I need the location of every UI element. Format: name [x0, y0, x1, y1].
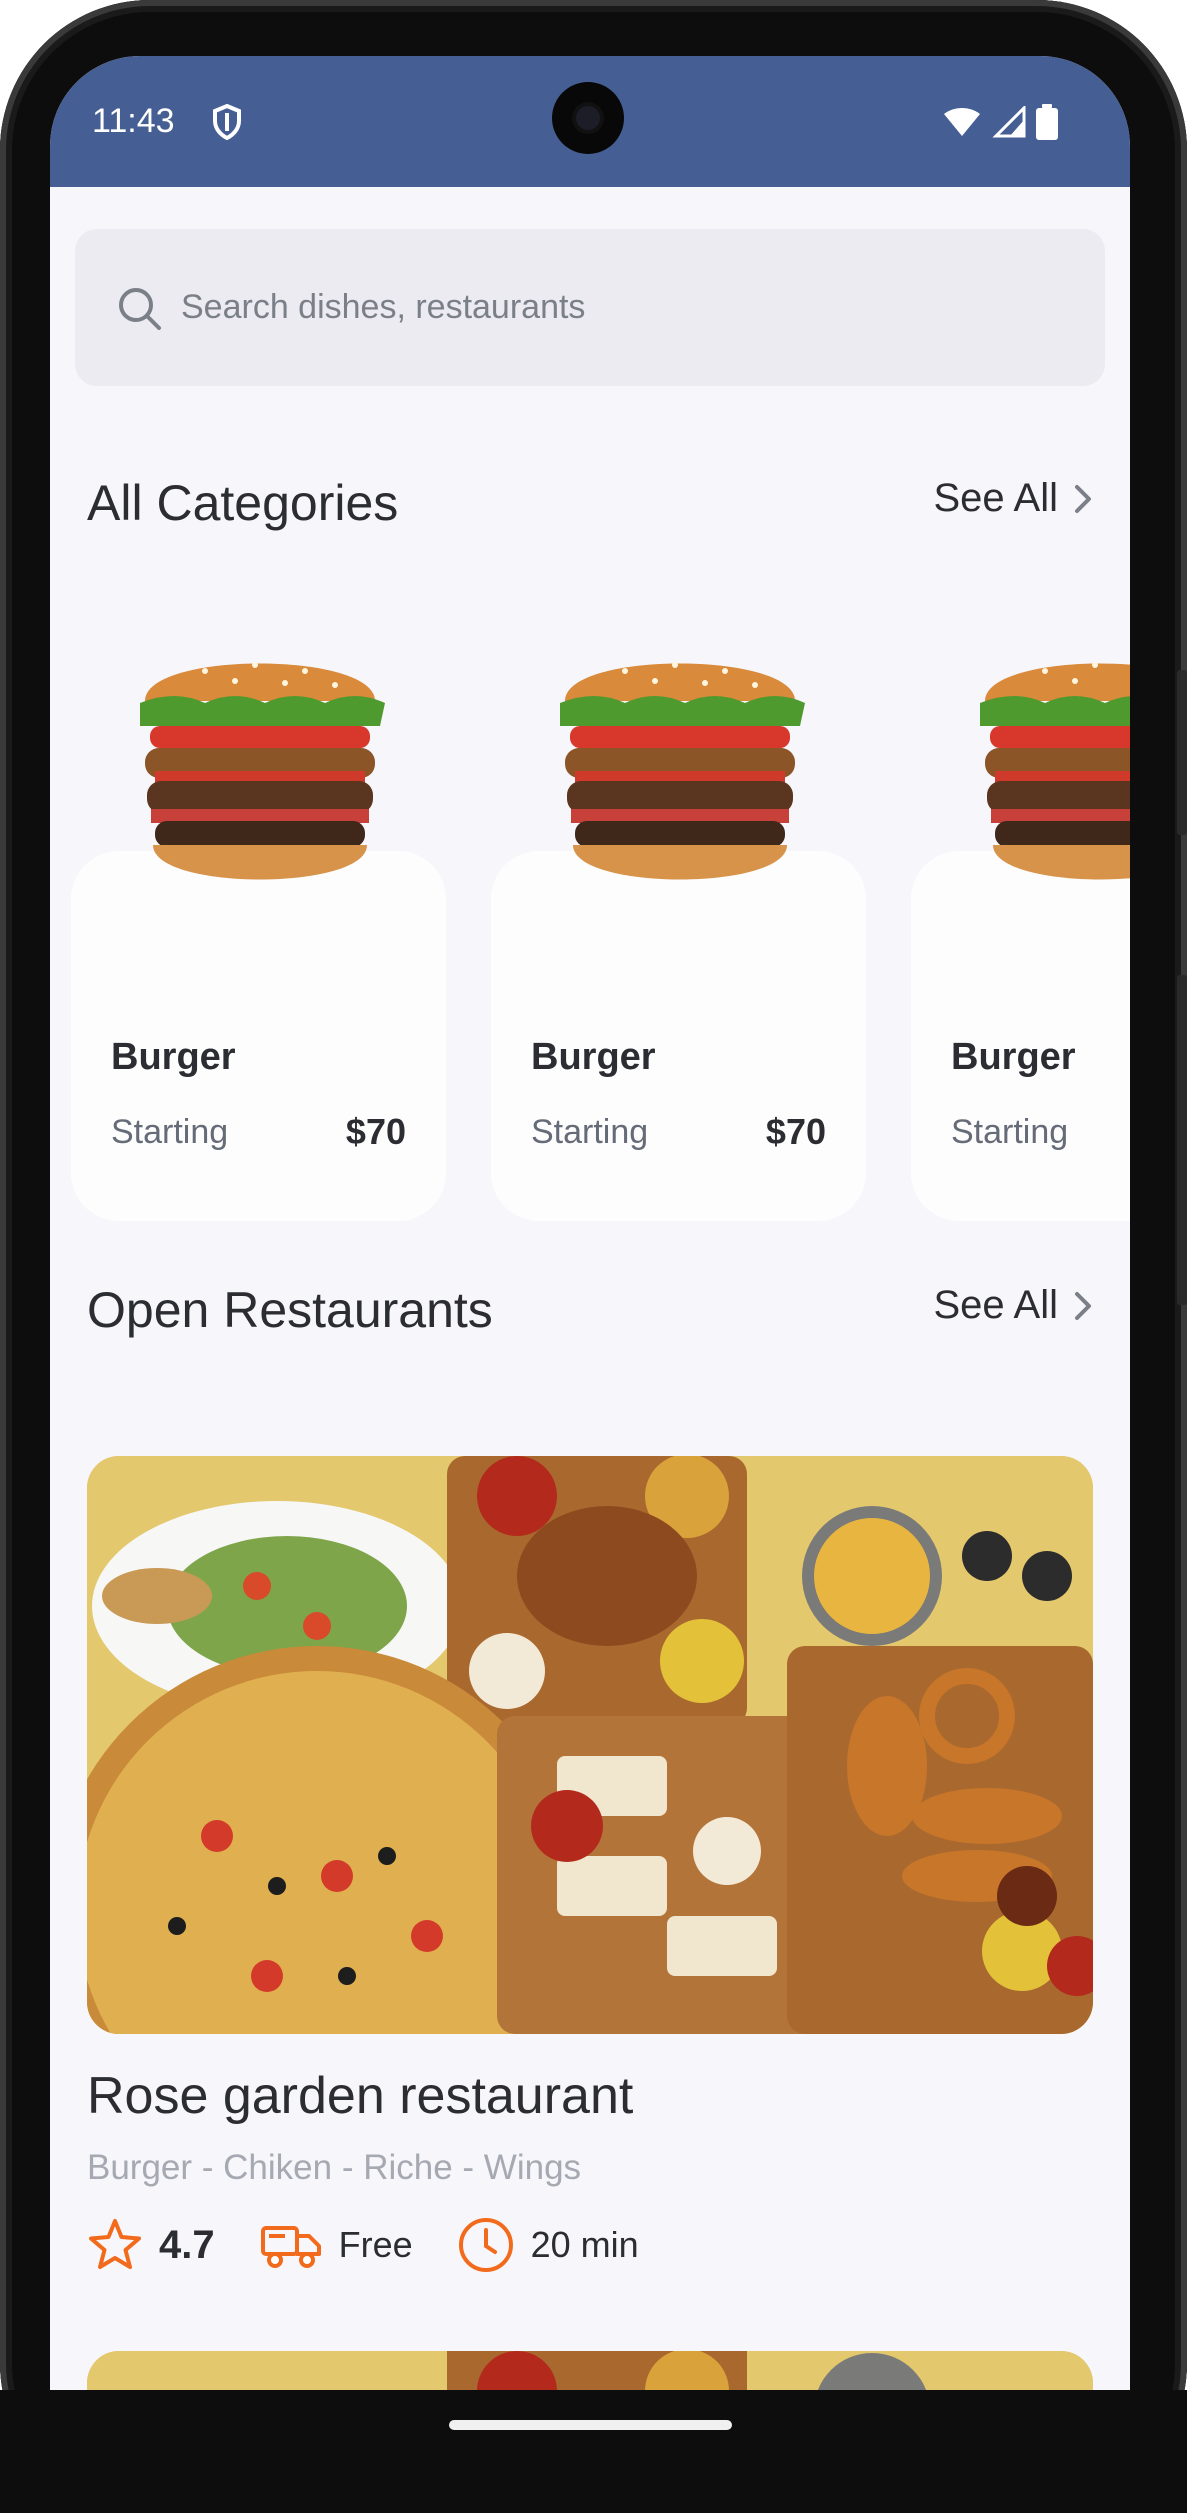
restaurant-tags: Burger - Chiken - Riche - Wings — [87, 2148, 582, 2187]
status-time: 11:43 — [92, 102, 175, 140]
categories-see-all-button[interactable]: See All — [933, 476, 1094, 521]
restaurant-name[interactable]: Rose garden restaurant — [87, 2066, 633, 2126]
see-all-label: See All — [933, 476, 1058, 520]
category-name: Burger — [531, 1036, 656, 1078]
burger-image — [560, 662, 805, 880]
categories-list: Burger Starting $70 Burger Starting $70 … — [50, 596, 1130, 1236]
category-name: Burger — [111, 1036, 236, 1078]
bottom-bar — [0, 2390, 1187, 2513]
search-bar[interactable]: Search dishes, restaurants — [75, 229, 1105, 386]
delivery: Free — [259, 2220, 413, 2270]
burger-image — [140, 662, 385, 880]
rating: 4.7 — [87, 2217, 215, 2273]
category-starting-label: Starting — [951, 1113, 1069, 1151]
signal-icon — [992, 106, 1026, 138]
front-camera — [552, 82, 624, 154]
power-button — [1177, 975, 1187, 1305]
category-price: $70 — [345, 1111, 406, 1152]
burger-image — [980, 662, 1130, 880]
status-icons — [942, 104, 1058, 140]
volume-button — [1177, 670, 1187, 835]
category-starting-label: Starting — [531, 1113, 649, 1151]
star-icon — [89, 2219, 141, 2269]
category-card[interactable]: Burger Starting — [911, 662, 1130, 1221]
battery-icon — [1036, 104, 1058, 140]
restaurants-see-all-button[interactable]: See All — [933, 1283, 1094, 1328]
search-input[interactable]: Search dishes, restaurants — [181, 288, 585, 327]
restaurant-image-next[interactable] — [87, 2351, 1093, 2390]
home-indicator[interactable] — [449, 2420, 732, 2430]
shield-icon — [213, 104, 241, 140]
category-card[interactable]: Burger Starting $70 — [71, 662, 446, 1221]
delivery-time: 20 min — [457, 2216, 639, 2274]
see-all-label: See All — [933, 1283, 1058, 1327]
restaurant-image[interactable] — [87, 1456, 1093, 2034]
phone-frame: 11:43 Search dishes, restaurants All Cat… — [0, 0, 1187, 2513]
clock-icon — [458, 2218, 513, 2272]
search-icon — [119, 287, 161, 330]
screen: 11:43 Search dishes, restaurants All Cat… — [50, 56, 1130, 2390]
category-price: $70 — [765, 1111, 826, 1152]
wifi-icon — [944, 108, 980, 136]
delivery-time-value: 20 min — [530, 2224, 639, 2265]
food-spread-illustration — [87, 2351, 1093, 2390]
food-spread-illustration — [87, 1456, 1093, 2034]
category-name: Burger — [951, 1036, 1076, 1078]
category-starting-label: Starting — [111, 1113, 229, 1151]
delivery-cost: Free — [338, 2224, 413, 2265]
category-card[interactable]: Burger Starting $70 — [491, 662, 866, 1221]
rating-value: 4.7 — [159, 2222, 215, 2267]
truck-icon — [260, 2226, 321, 2268]
restaurants-title: Open Restaurants — [87, 1282, 493, 1338]
status-bar: 11:43 — [50, 56, 1130, 187]
categories-title: All Categories — [87, 475, 399, 531]
chevron-right-icon — [1075, 484, 1091, 513]
chevron-right-icon — [1075, 1291, 1091, 1320]
restaurant-meta: 4.7 Free 20 min — [87, 2216, 683, 2274]
